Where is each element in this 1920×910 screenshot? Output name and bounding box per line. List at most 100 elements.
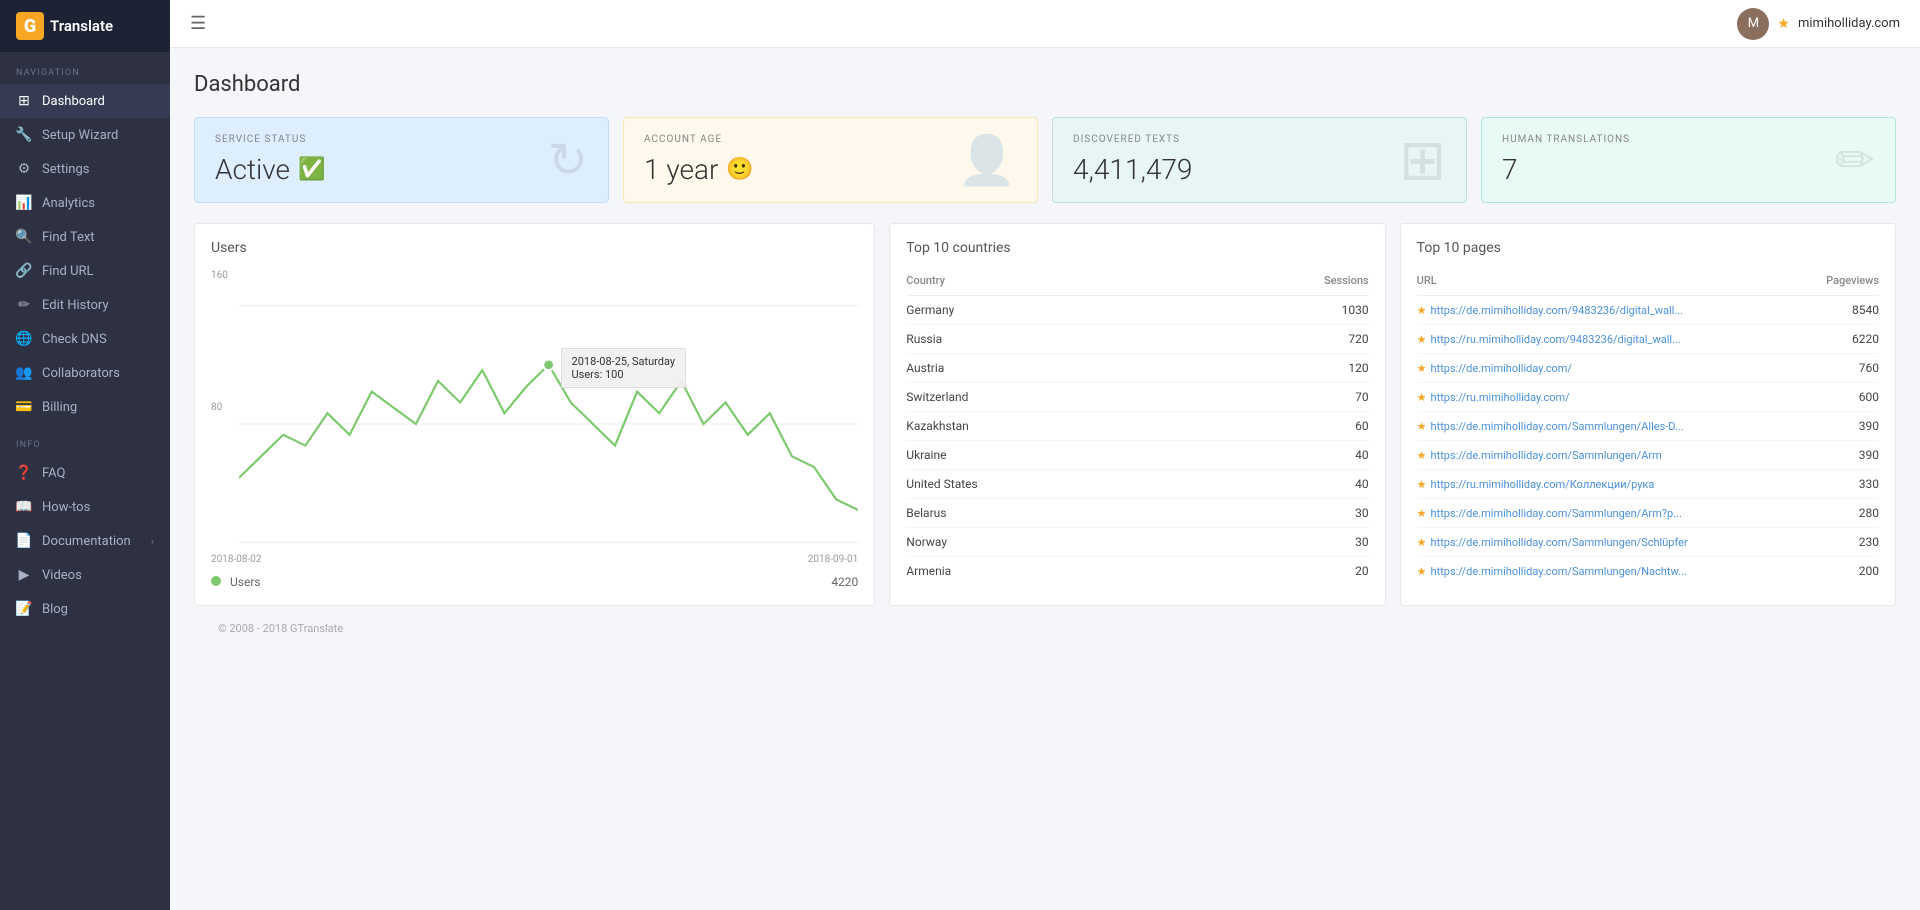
collaborators-icon: 👥 bbox=[16, 365, 32, 381]
country-name: Kazakhstan bbox=[906, 412, 1190, 441]
nav-label-blog: Blog bbox=[42, 602, 68, 617]
table-row: ★ https://de.mimiholliday.com/Sammlungen/… bbox=[1417, 557, 1879, 586]
url-link[interactable]: https://de.mimiholliday.com/Sammlungen/S… bbox=[1431, 536, 1688, 549]
pageviews-value: 8540 bbox=[1803, 296, 1879, 325]
url-link[interactable]: https://de.mimiholliday.com/9483236/digi… bbox=[1431, 304, 1684, 317]
star-icon: ★ bbox=[1417, 449, 1427, 462]
table-row: ★https://ru.mimiholliday.com/9483236/dig… bbox=[1417, 325, 1879, 354]
country-name: Austria bbox=[906, 354, 1190, 383]
charts-row: Users 160 80 2018-08-2 bbox=[194, 223, 1896, 606]
nav-item-check-dns[interactable]: 🌐 Check DNS bbox=[0, 322, 170, 356]
nav-label-documentation: Documentation bbox=[42, 534, 131, 549]
sessions-value: 30 bbox=[1191, 528, 1369, 557]
nav-item-find-url[interactable]: 🔗 Find URL bbox=[0, 254, 170, 288]
stat-bg-icon-translations: ✏ bbox=[1835, 132, 1875, 189]
stat-card-human-translations: HUMAN TRANSLATIONS 7 ✏ bbox=[1481, 117, 1896, 203]
url-link[interactable]: https://de.mimiholliday.com/Sammlungen/A… bbox=[1431, 449, 1662, 462]
sessions-value: 30 bbox=[1191, 499, 1369, 528]
pageviews-value: 390 bbox=[1803, 441, 1879, 470]
nav-item-edit-history[interactable]: ✏ Edit History bbox=[0, 288, 170, 322]
videos-icon: ▶ bbox=[16, 567, 32, 583]
nav-label-find-text: Find Text bbox=[42, 230, 95, 245]
nav-item-analytics[interactable]: 📊 Analytics bbox=[0, 186, 170, 220]
topbar-left: ☰ bbox=[190, 13, 206, 34]
topbar: ☰ M ★ mimiholliday.com bbox=[170, 0, 1920, 48]
pageviews-value: 6220 bbox=[1803, 325, 1879, 354]
nav-item-dashboard[interactable]: ⊞ Dashboard bbox=[0, 84, 170, 118]
nav-label-faq: FAQ bbox=[42, 466, 65, 481]
nav-item-documentation[interactable]: 📄 Documentation › bbox=[0, 524, 170, 558]
page-url: ★ https://de.mimiholliday.com/Sammlungen/… bbox=[1417, 557, 1804, 586]
stat-value-human-translations: 7 bbox=[1502, 153, 1875, 186]
nav-section-label: NAVIGATION bbox=[0, 52, 170, 84]
dashboard-icon: ⊞ bbox=[16, 93, 32, 109]
pageviews-value: 760 bbox=[1803, 354, 1879, 383]
main-area: ☰ M ★ mimiholliday.com Dashboard SERVICE… bbox=[170, 0, 1920, 910]
sessions-value: 1030 bbox=[1191, 296, 1369, 325]
y-label-mid: 80 bbox=[211, 402, 222, 413]
page-url: ★ https://de.mimiholliday.com/Sammlungen/… bbox=[1417, 441, 1804, 470]
page-url: ★https://ru.mimiholliday.com/9483236/dig… bbox=[1417, 325, 1804, 354]
check-circle-icon: ✅ bbox=[298, 157, 325, 182]
url-link[interactable]: https://ru.mimiholliday.com/ bbox=[1431, 391, 1570, 404]
billing-icon: 💳 bbox=[16, 399, 32, 415]
nav-item-setup-wizard[interactable]: 🔧 Setup Wizard bbox=[0, 118, 170, 152]
chart-tooltip: 2018-08-25, Saturday Users: 100 bbox=[561, 348, 687, 388]
nav-label-settings: Settings bbox=[42, 162, 89, 177]
url-link[interactable]: https://ru.mimiholliday.com/9483236/digi… bbox=[1431, 333, 1681, 346]
pageviews-value: 200 bbox=[1803, 557, 1879, 586]
table-row: ★ https://de.mimiholliday.com/760 bbox=[1417, 354, 1879, 383]
nav-item-faq[interactable]: ❓ FAQ bbox=[0, 456, 170, 490]
table-row: ★https://de.mimiholliday.com/Sammlungen/… bbox=[1417, 528, 1879, 557]
nav-item-billing[interactable]: 💳 Billing bbox=[0, 390, 170, 424]
nav-label-billing: Billing bbox=[42, 400, 77, 415]
users-chart-title: Users bbox=[211, 240, 858, 256]
sessions-value: 40 bbox=[1191, 470, 1369, 499]
setup-wizard-icon: 🔧 bbox=[16, 127, 32, 143]
nav-label-collaborators: Collaborators bbox=[42, 366, 120, 381]
stat-value-service-status: Active ✅ bbox=[215, 153, 588, 186]
star-icon: ★ bbox=[1777, 16, 1790, 32]
nav-item-collaborators[interactable]: 👥 Collaborators bbox=[0, 356, 170, 390]
nav-label-analytics: Analytics bbox=[42, 196, 95, 211]
url-link[interactable]: https://de.mimiholliday.com/Sammlungen/A… bbox=[1431, 420, 1684, 433]
url-link[interactable]: https://de.mimiholliday.com/ bbox=[1431, 362, 1572, 375]
legend-label: Users bbox=[230, 575, 261, 589]
sessions-value: 70 bbox=[1191, 383, 1369, 412]
menu-toggle-button[interactable]: ☰ bbox=[190, 13, 206, 34]
stat-card-service-status: SERVICE STATUS Active ✅ ↻ bbox=[194, 117, 609, 203]
page-title: Dashboard bbox=[194, 72, 1896, 97]
table-row: ★https://de.mimiholliday.com/9483236/dig… bbox=[1417, 296, 1879, 325]
tooltip-value: Users: 100 bbox=[572, 368, 676, 381]
page-url: ★ https://de.mimiholliday.com/ bbox=[1417, 354, 1804, 383]
col-header-country: Country bbox=[906, 270, 1190, 296]
sessions-value: 720 bbox=[1191, 325, 1369, 354]
blog-icon: 📝 bbox=[16, 601, 32, 617]
nav-item-how-tos[interactable]: 📖 How-tos bbox=[0, 490, 170, 524]
sessions-value: 20 bbox=[1191, 557, 1369, 586]
smile-icon: 🙂 bbox=[726, 157, 753, 182]
url-link[interactable]: https://de.mimiholliday.com/Sammlungen/A… bbox=[1431, 507, 1682, 520]
nav-label-find-url: Find URL bbox=[42, 264, 94, 279]
nav-item-find-text[interactable]: 🔍 Find Text bbox=[0, 220, 170, 254]
nav-item-blog[interactable]: 📝 Blog bbox=[0, 592, 170, 626]
countries-table: Country Sessions Germany1030Russia720Aus… bbox=[906, 270, 1368, 585]
legend-dot-icon bbox=[211, 576, 221, 586]
url-link[interactable]: https://de.mimiholliday.com/Sammlungen/N… bbox=[1431, 565, 1687, 578]
star-icon: ★ bbox=[1417, 362, 1427, 375]
url-link[interactable]: https://ru.mimiholliday.com/Коллекции/ру… bbox=[1431, 478, 1655, 491]
page-url: ★https://ru.mimiholliday.com/ bbox=[1417, 383, 1804, 412]
sessions-value: 40 bbox=[1191, 441, 1369, 470]
page-url: ★https://de.mimiholliday.com/Sammlungen/… bbox=[1417, 412, 1804, 441]
star-icon: ★ bbox=[1417, 565, 1427, 578]
avatar: M bbox=[1737, 8, 1769, 40]
country-name: Armenia bbox=[906, 557, 1190, 586]
page-url: ★https://de.mimiholliday.com/Sammlungen/… bbox=[1417, 499, 1804, 528]
users-chart-card: Users 160 80 2018-08-2 bbox=[194, 223, 875, 606]
nav-item-settings[interactable]: ⚙ Settings bbox=[0, 152, 170, 186]
legend-users: Users bbox=[211, 575, 261, 589]
table-row: ★https://ru.mimiholliday.com/Коллекции/р… bbox=[1417, 470, 1879, 499]
nav-item-videos[interactable]: ▶ Videos bbox=[0, 558, 170, 592]
country-name: Russia bbox=[906, 325, 1190, 354]
table-row: ★https://de.mimiholliday.com/Sammlungen/… bbox=[1417, 412, 1879, 441]
